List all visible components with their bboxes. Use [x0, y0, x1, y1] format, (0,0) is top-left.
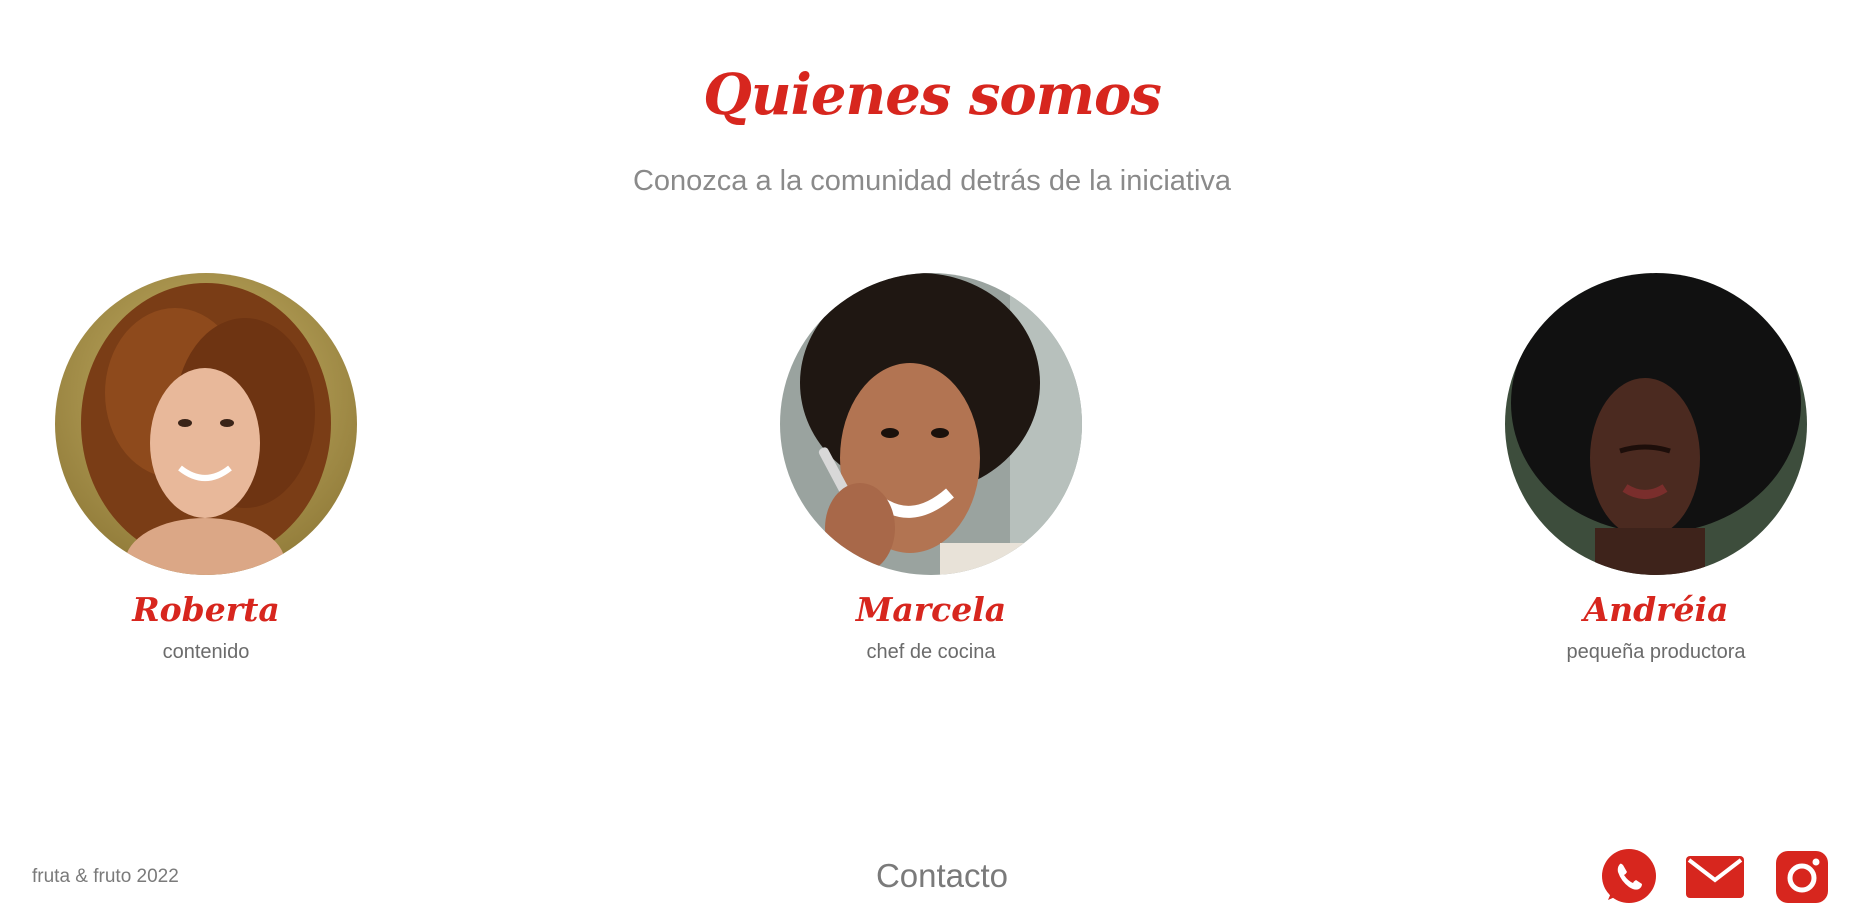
member-name: Roberta — [132, 590, 280, 629]
about-page: Quienes somos Conozca a la comunidad det… — [0, 0, 1864, 909]
member-role: pequeña productora — [1566, 641, 1746, 663]
member-name: Andréia — [1583, 590, 1729, 629]
whatsapp-icon — [1600, 848, 1658, 909]
mail-link[interactable] — [1686, 850, 1744, 908]
instagram-icon — [1776, 850, 1828, 908]
member-card-andreia: Andréia pequeña productora — [1505, 273, 1807, 665]
avatar — [1505, 273, 1807, 575]
member-name: Marcela — [855, 590, 1007, 629]
avatar — [55, 273, 357, 575]
whatsapp-link[interactable] — [1600, 848, 1658, 909]
member-role: contenido — [162, 641, 250, 663]
footer-contact-heading: Contacto — [875, 857, 1009, 894]
mail-icon — [1686, 854, 1744, 905]
section-subtitle: Conozca a la comunidad detrás de la inic… — [632, 165, 1232, 197]
section-title: Quienes somos — [703, 62, 1162, 128]
instagram-link[interactable] — [1776, 850, 1828, 908]
avatar — [780, 273, 1082, 575]
member-card-roberta: Roberta contenido — [55, 273, 357, 665]
member-card-marcela: Marcela chef de cocina — [780, 273, 1082, 665]
member-role: chef de cocina — [866, 641, 996, 663]
